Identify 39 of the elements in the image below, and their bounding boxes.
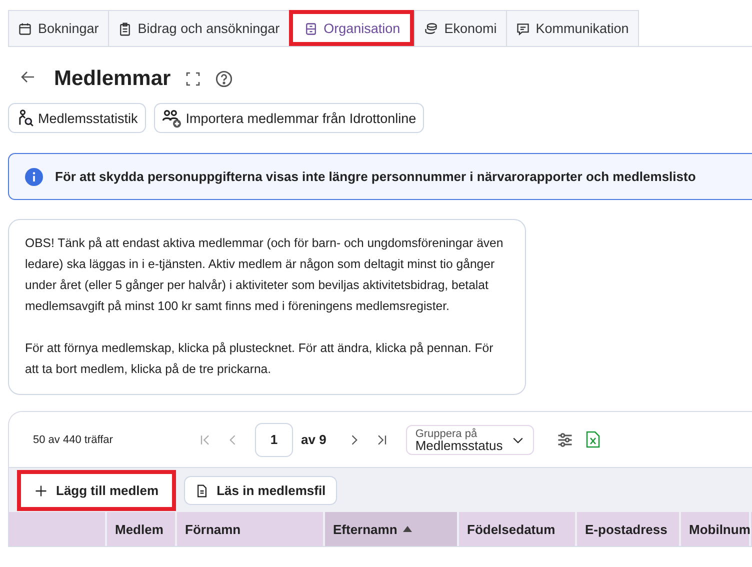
nav-tab[interactable]: Ekonomi <box>414 10 506 46</box>
column-header[interactable]: E-postadress <box>577 512 681 546</box>
page-title: Medlemmar <box>54 67 171 91</box>
action-button[interactable]: Importera medlemmar från Idrottonline <box>154 103 424 133</box>
nav-tab[interactable]: Bokningar <box>8 10 108 46</box>
chat-icon <box>516 22 530 36</box>
plus-icon <box>34 484 48 498</box>
help-icon <box>214 70 233 88</box>
clipboard-icon <box>118 22 132 36</box>
people-add-icon <box>162 108 182 128</box>
info-icon <box>25 168 43 186</box>
nav-tab[interactable]: Organisation <box>288 10 414 46</box>
notice-text: För att förnya medlemskap, klicka på plustecknet. För att ändra, klicka på pennan. För att ta bort medlem, klicka på de tre prickarna. <box>25 340 494 378</box>
notice-text: OBS! Tänk på att endast aktiva medlemmar (och för barn- och ungdomsföreningar även ledare) ska läggas in i e-tjänsten. Aktiv medlem är någon som deltagit minst tio gånger under året (eller 5 gånger per halvår) i aktiviteter som beviljas aktivitetsbidrag, betalat medlemsavgift på minst 100 kr samt finns med i föreningens medlemsregister. <box>25 235 504 315</box>
cabinet-icon <box>304 22 318 36</box>
column-header[interactable]: Födelsedatum <box>459 512 577 546</box>
column-header[interactable]: Medlem <box>107 512 177 546</box>
column-header[interactable]: Mobilnum <box>681 512 751 546</box>
page-input[interactable]: 1 <box>255 422 293 456</box>
group-by-label: Gruppera på <box>415 428 478 440</box>
action-button[interactable]: Medlemsstatistik <box>8 103 146 133</box>
group-by-select[interactable]: Gruppera på Medlemsstatus <box>406 424 534 454</box>
table-action-button[interactable]: Läs in medlemsfil <box>184 476 337 505</box>
nav-tab[interactable]: Kommunikation <box>506 10 639 46</box>
group-by-value: Medlemsstatus <box>415 440 503 452</box>
back-arrow-icon <box>20 68 36 84</box>
sort-up-icon <box>403 526 412 532</box>
calendar-icon <box>18 22 32 36</box>
sliders-icon <box>556 430 574 448</box>
coins-icon <box>424 22 438 36</box>
column-header[interactable]: Efternamn <box>325 512 459 546</box>
hit-count: 50 av 440 träffar <box>33 434 114 446</box>
nav-tab[interactable]: Bidrag och ansökningar <box>108 10 289 46</box>
fullscreen-icon <box>184 71 201 87</box>
person-search-icon <box>16 109 34 127</box>
excel-icon[interactable] <box>586 431 600 448</box>
page-total: av 9 <box>301 432 326 447</box>
info-text: För att skydda personuppgifterna visas inte längre personnummer i närvarorapporter och medlemslisto <box>55 169 696 184</box>
document-icon <box>194 484 209 498</box>
